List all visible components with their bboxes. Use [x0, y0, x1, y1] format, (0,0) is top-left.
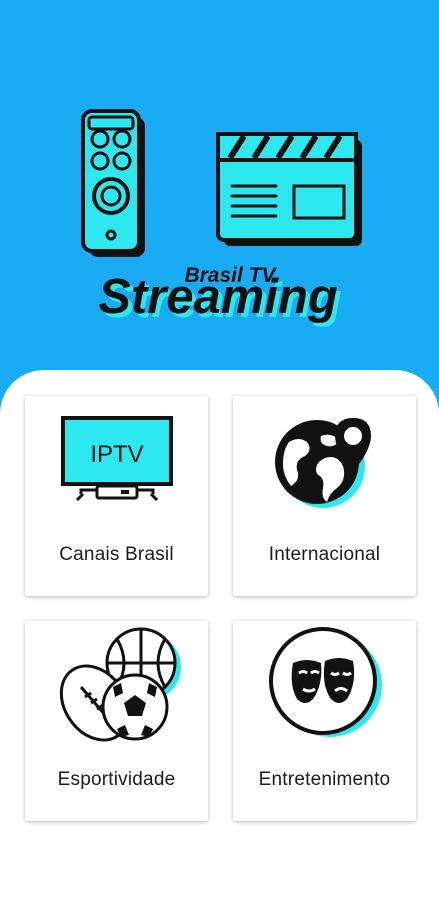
- brand-logo: Brasil TV Streaming Streaming: [98, 264, 342, 328]
- globe-pin-icon: [275, 418, 371, 508]
- category-label: Internacional: [268, 544, 381, 565]
- sports-balls-icon: [59, 627, 181, 742]
- iptv-tv-icon: IPTV: [61, 416, 173, 502]
- theater-masks-icon: [269, 627, 382, 737]
- category-card-esportividade[interactable]: Esportividade: [25, 621, 208, 821]
- category-label: Canais Brasil: [59, 544, 174, 565]
- category-label: Esportividade: [57, 769, 176, 790]
- category-label: Entretenimento: [258, 769, 391, 790]
- iptv-screen-text: IPTV: [90, 441, 143, 468]
- category-card-canais-brasil[interactable]: IPTV Canais Brasil: [25, 396, 208, 596]
- category-card-internacional[interactable]: Internacional: [233, 396, 416, 596]
- category-card-entretenimento[interactable]: Entretenimento: [233, 621, 416, 821]
- brand-large-text: Streaming: [98, 270, 338, 324]
- hero-header: Brasil TV Streaming Streaming: [0, 0, 439, 400]
